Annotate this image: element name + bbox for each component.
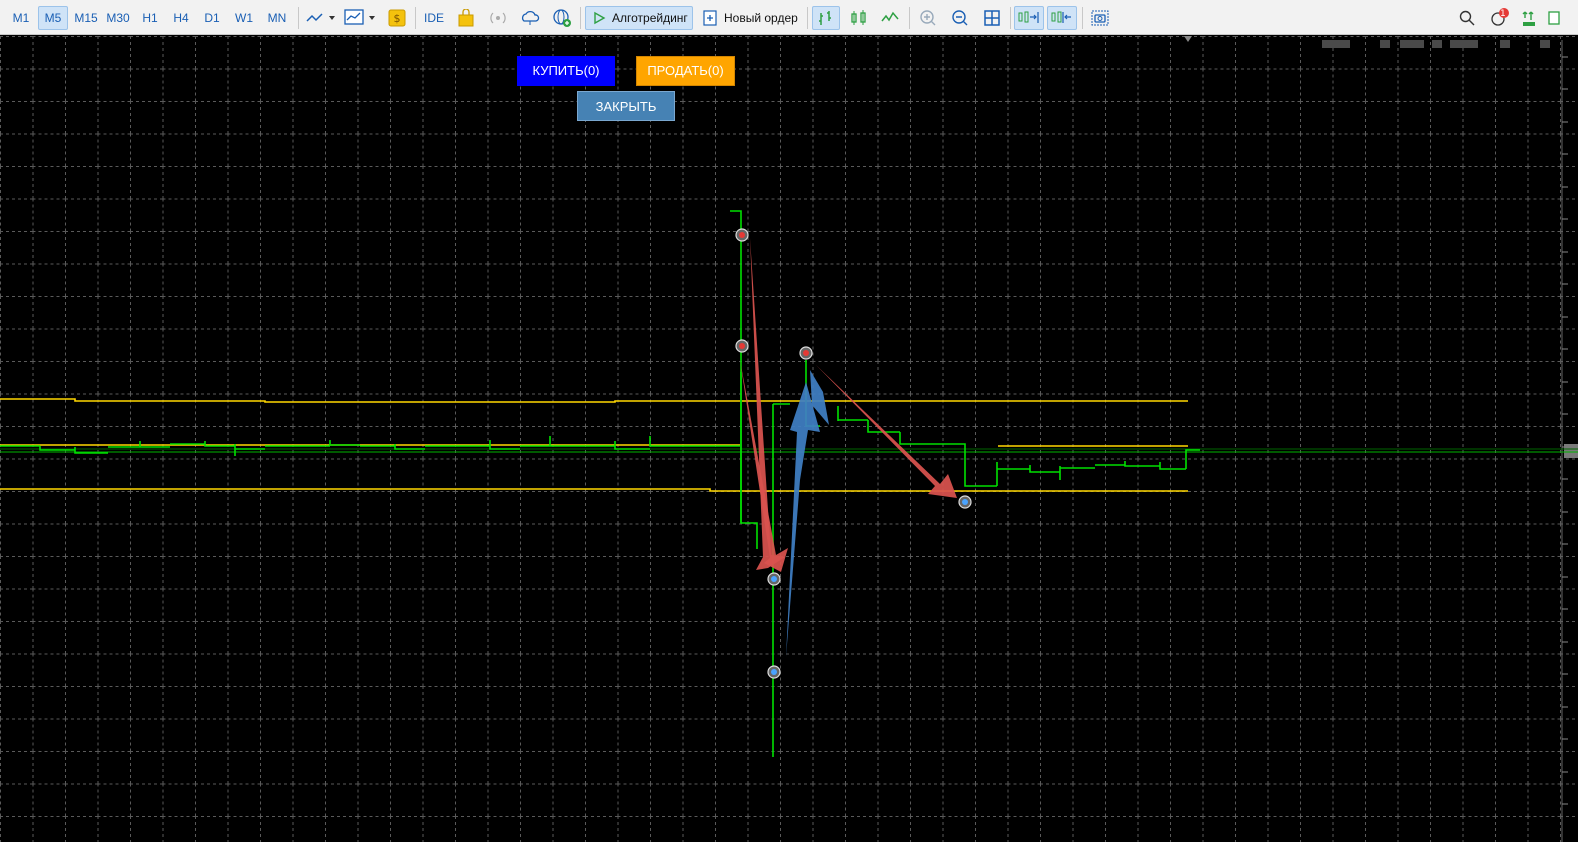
line-chart-icon: [306, 13, 335, 22]
buy-marker-icon: [958, 495, 972, 509]
screenshot-button[interactable]: [1087, 6, 1113, 30]
grid-icon: [984, 10, 1000, 26]
bar-chart-icon: [819, 11, 831, 25]
timeframe-h1[interactable]: H1: [137, 6, 163, 30]
timeframe-m5[interactable]: M5: [38, 6, 68, 30]
timeframe-d1[interactable]: D1: [199, 6, 225, 30]
chart-template-icon: [344, 9, 375, 25]
timeframe-w1[interactable]: W1: [231, 6, 257, 30]
account-icon: [1522, 11, 1535, 26]
line-chart-button[interactable]: [877, 6, 903, 30]
ide-button[interactable]: IDE: [421, 6, 447, 30]
notifications-button[interactable]: 1: [1487, 6, 1513, 30]
chart-grid: [0, 36, 1578, 842]
signals-button[interactable]: [486, 6, 510, 30]
zoom-out-icon: [952, 10, 968, 26]
web-button[interactable]: [550, 6, 574, 30]
buy-marker-icon: [767, 665, 781, 679]
timeframe-h4[interactable]: H4: [168, 6, 194, 30]
search-icon: [1459, 10, 1475, 26]
svg-text:$: $: [394, 12, 401, 25]
timeframe-mn[interactable]: MN: [262, 6, 292, 30]
shop-button[interactable]: [454, 6, 478, 30]
toolbar-separator: [415, 7, 416, 29]
new-order-label: Новый ордер: [724, 11, 798, 25]
dollar-icon: $: [388, 9, 406, 27]
toolbar-separator: [807, 7, 808, 29]
camera-icon: [1091, 10, 1109, 26]
timeframe-m1[interactable]: M1: [8, 6, 34, 30]
candlestick-icon: [851, 10, 866, 25]
algotrading-label: Алготрейдинг: [612, 11, 688, 25]
vps-button[interactable]: [518, 6, 542, 30]
toolbar-separator: [1010, 7, 1011, 29]
toolbar-separator: [298, 7, 299, 29]
play-icon: [594, 11, 606, 25]
panel-toggle-button[interactable]: [1548, 6, 1572, 30]
buy-button[interactable]: КУПИТЬ(0): [517, 56, 615, 86]
autoscroll-button[interactable]: [1047, 6, 1077, 30]
indicators-dropdown-button[interactable]: [304, 6, 338, 30]
account-button[interactable]: [1519, 6, 1541, 30]
toolbar-separator: [909, 7, 910, 29]
close-positions-button[interactable]: ЗАКРЫТЬ: [577, 91, 675, 121]
timeframe-m15[interactable]: M15: [71, 6, 101, 30]
price-chart[interactable]: [0, 36, 1578, 842]
zoom-in-button[interactable]: [915, 6, 941, 30]
zoom-in-icon: [920, 10, 936, 26]
chart-shift-icon: [1018, 11, 1039, 23]
autoscroll-icon: [1051, 11, 1071, 23]
panel-icon: [1548, 11, 1560, 25]
candlestick-button[interactable]: [846, 6, 872, 30]
tile-windows-button[interactable]: [979, 6, 1005, 30]
sell-marker-icon: [735, 339, 749, 353]
sell-button[interactable]: ПРОДАТЬ(0): [636, 56, 735, 86]
timeframe-m30[interactable]: M30: [103, 6, 133, 30]
templates-dropdown-button[interactable]: [342, 6, 378, 30]
toolbar-separator: [580, 7, 581, 29]
globe-add-icon: [553, 9, 571, 27]
new-order-icon: [703, 10, 717, 26]
toolbar-separator: [1082, 7, 1083, 29]
market-button[interactable]: $: [385, 6, 409, 30]
cloud-icon: [521, 10, 540, 25]
search-button[interactable]: [1455, 6, 1479, 30]
bar-chart-button[interactable]: [812, 6, 840, 30]
algotrading-button[interactable]: Алготрейдинг: [585, 6, 693, 30]
chart-toolbar: M1 M5 M15 M30 H1 H4 D1 W1 MN $ IDE Алгот…: [0, 0, 1578, 35]
notification-count: 1: [1500, 9, 1506, 19]
sell-marker-icon: [799, 346, 813, 360]
buy-marker-icon: [767, 572, 781, 586]
line-chart-icon: [881, 11, 899, 22]
chart-shift-button[interactable]: [1014, 6, 1044, 30]
radio-signal-icon: [490, 12, 506, 24]
new-order-button[interactable]: Новый ордер: [698, 6, 806, 30]
zoom-out-button[interactable]: [947, 6, 973, 30]
sell-marker-icon: [735, 228, 749, 242]
shopping-bag-icon: [458, 9, 474, 27]
